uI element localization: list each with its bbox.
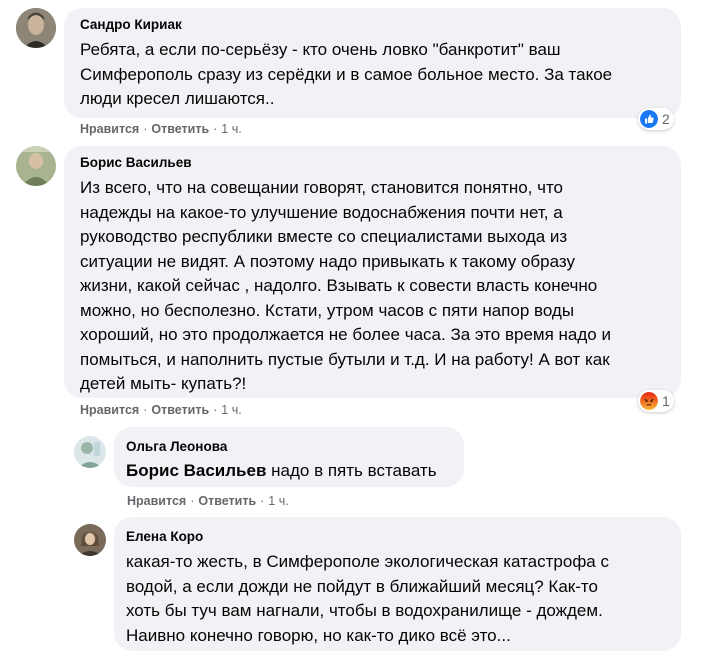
comment-author[interactable]: Сандро Кириак <box>80 16 669 34</box>
avatar-photo <box>74 524 106 556</box>
reaction-summary[interactable]: 1 <box>638 390 674 412</box>
reply-bubble: Ольга Леонова Борис Васильев надо в пять… <box>114 427 464 487</box>
reply-text-body: надо в пять вставать <box>266 461 437 480</box>
reaction-count: 1 <box>662 393 670 409</box>
reply-bubble: Елена Коро какая-то жесть, в Симферополе… <box>114 517 681 651</box>
comment-bubble: Борис Васильев Из всего, что на совещани… <box>64 146 681 398</box>
reply-author[interactable]: Елена Коро <box>126 528 669 546</box>
reaction-summary[interactable]: 2 <box>638 108 674 130</box>
comment-time[interactable]: 1 ч. <box>221 122 241 136</box>
avatar[interactable] <box>74 436 106 468</box>
comment-time[interactable]: 1 ч. <box>221 403 241 417</box>
mention-link[interactable]: Борис Васильев <box>126 461 266 480</box>
like-icon <box>640 110 658 128</box>
avatar[interactable] <box>74 524 106 556</box>
comment-actions: Нравится · Ответить · 1 ч. <box>80 122 242 136</box>
angry-icon <box>640 392 658 410</box>
like-button[interactable]: Нравится <box>80 403 139 417</box>
comment-author[interactable]: Борис Васильев <box>80 154 669 172</box>
avatar-photo <box>74 436 106 468</box>
reply-button[interactable]: Ответить <box>198 494 256 508</box>
comment-text: Ребята, а если по-серьёзу - кто очень ло… <box>80 40 613 108</box>
reply-text: Борис Васильев надо в пять вставать <box>126 459 452 484</box>
reply-button[interactable]: Ответить <box>151 122 209 136</box>
comment-text: Из всего, что на совещании говорят, стан… <box>80 178 611 393</box>
avatar-photo <box>16 146 56 186</box>
thread-line <box>35 192 37 542</box>
like-button[interactable]: Нравится <box>80 122 139 136</box>
reply-text: какая-то жесть, в Симферополе экологичес… <box>126 552 609 645</box>
like-button[interactable]: Нравится <box>127 494 186 508</box>
reply-author[interactable]: Ольга Леонова <box>126 438 452 456</box>
comment-bubble: Сандро Кириак Ребята, а если по-серьёзу … <box>64 8 681 118</box>
reply-time[interactable]: 1 ч. <box>268 494 288 508</box>
reply-button[interactable]: Ответить <box>151 403 209 417</box>
avatar[interactable] <box>16 8 56 48</box>
avatar[interactable] <box>16 146 56 186</box>
reaction-count: 2 <box>662 111 670 127</box>
reply-actions: Нравится · Ответить · 1 ч. <box>127 494 289 508</box>
avatar-photo <box>16 8 56 48</box>
comment-actions: Нравится · Ответить · 1 ч. <box>80 403 242 417</box>
